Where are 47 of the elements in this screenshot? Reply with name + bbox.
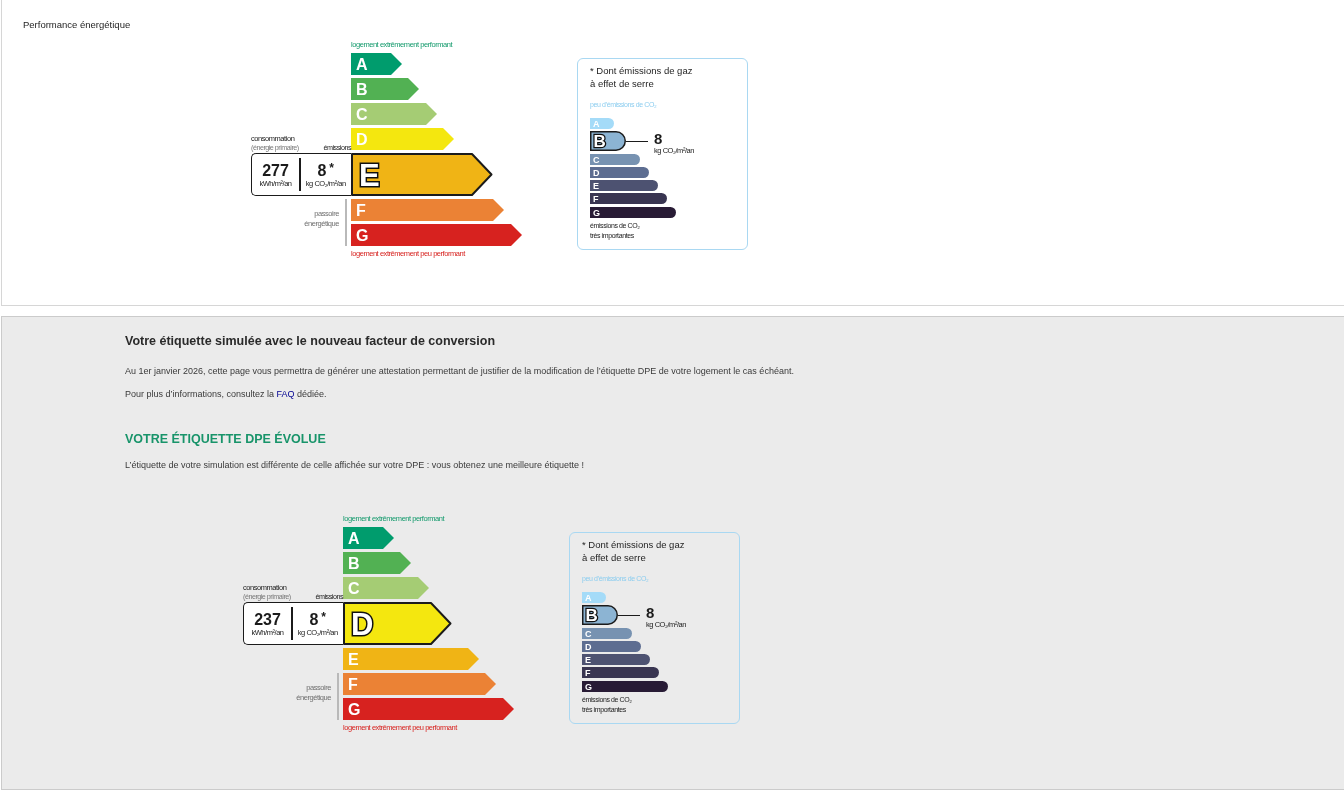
footnote-mark: * (329, 161, 335, 174)
emissions-class-bar: G (582, 680, 668, 692)
leader-line (626, 140, 648, 142)
simulation-heading: Votre étiquette simulée avec le nouveau facteur de conversion (125, 333, 496, 349)
emissions-card-title: * Dont émissions de gaz à effet de serre (582, 539, 686, 564)
footnote-mark: * (321, 610, 327, 623)
emissions-class-bar: F (590, 193, 667, 205)
emissions-class-bar: A (590, 118, 614, 129)
consumption-value: 277 (262, 161, 289, 179)
emissions-class-bar: C (582, 627, 632, 639)
energy-class-bar: F (351, 199, 504, 221)
section-title: Performance énergétique (23, 18, 131, 31)
energy-class-bar: G (351, 224, 522, 246)
energy-class-bar: C (343, 577, 429, 599)
emissions-value: 8 (309, 610, 319, 628)
emissions-card-title: * Dont émissions de gaz à effet de serre (590, 65, 694, 90)
energy-class-bar: B (343, 552, 411, 574)
info-paragraph: Pour plus d’informations, consultez la FAQ dédiée. (125, 388, 327, 400)
emissions-class-bar: F (582, 667, 659, 679)
emissions-class-bar: D (590, 166, 649, 178)
emissions-class-bar: C (590, 153, 640, 165)
faq-link[interactable]: FAQ (276, 389, 295, 399)
energy-class-bar: F (343, 673, 496, 695)
emissions-value: 8 (646, 605, 655, 621)
selected-energy-class-bar: D (343, 602, 452, 645)
energy-class-bar: E (343, 648, 479, 670)
consumption-value: 237 (254, 610, 281, 628)
energy-class-bar: A (351, 53, 402, 75)
energy-class-bar: C (351, 103, 437, 125)
leader-line (618, 614, 640, 616)
emissions-class-bar: E (590, 180, 658, 192)
result-heading: VOTRE ÉTIQUETTE DPE ÉVOLUE (125, 431, 326, 447)
energy-class-bar: A (343, 527, 394, 549)
emissions-value: 8 (317, 161, 327, 179)
selected-emissions-class-bar: B (582, 605, 618, 626)
energy-class-bar: D (351, 128, 454, 150)
result-message: L’étiquette de votre simulation est différente de celle affichée sur votre DPE : vous obtenez une meilleure étiquette ! (125, 459, 584, 471)
emissions-class-bar: A (582, 592, 606, 603)
selected-emissions-class-bar: B (590, 131, 626, 152)
energy-class-bar: G (343, 698, 514, 720)
emissions-class-bar: G (590, 206, 676, 218)
emissions-class-bar: E (582, 654, 650, 666)
emissions-value: 8 (654, 131, 663, 147)
selected-energy-class-bar: E (351, 153, 493, 196)
intro-paragraph: Au 1er janvier 2026, cette page vous permettra de générer une attestation permettant de justifier de la modification de l’étiquette DPE de votre logement le cas échéant. (125, 365, 794, 377)
emissions-class-bar: D (582, 640, 641, 652)
energy-class-bar: B (351, 78, 419, 100)
